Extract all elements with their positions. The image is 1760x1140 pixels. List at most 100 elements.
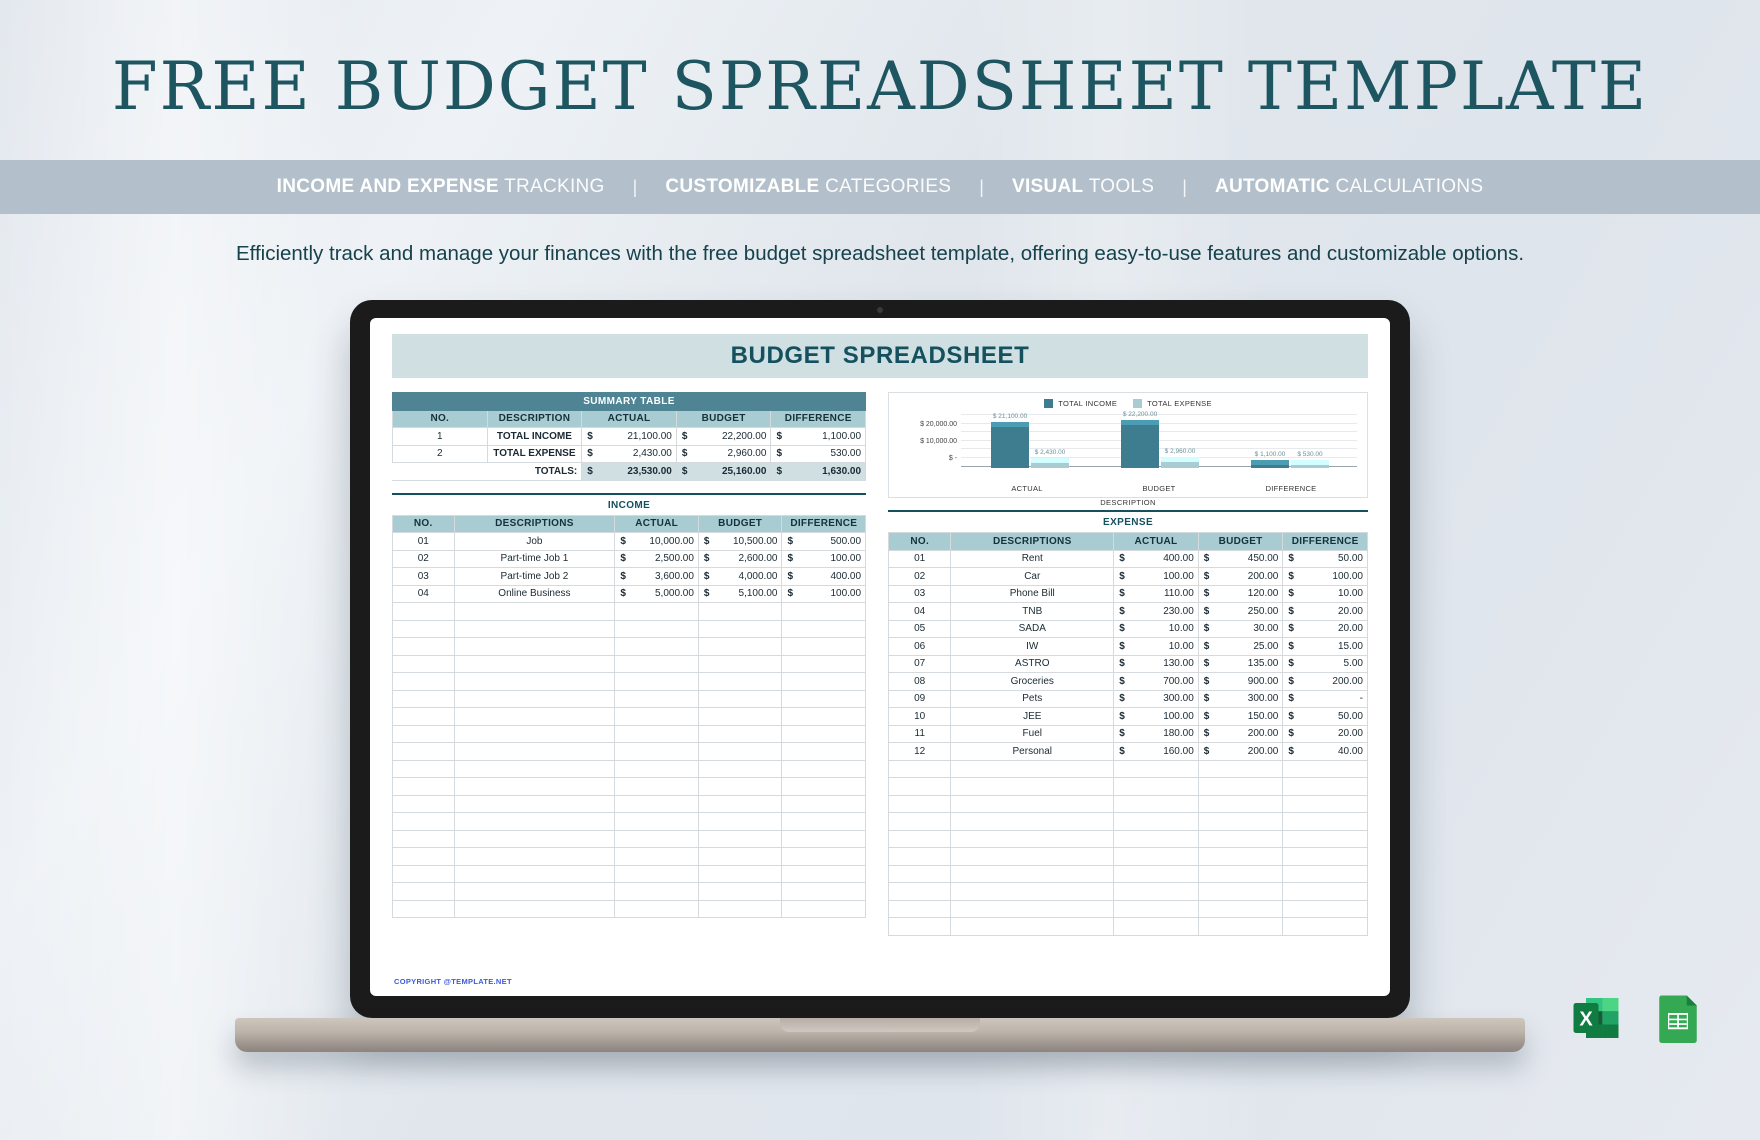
money-cell: $1,630.00 — [770, 462, 867, 481]
cell-empty — [781, 829, 867, 848]
table-row[interactable]: 07 ASTRO $130.00 $135.00 $5.00 — [888, 654, 1368, 673]
cell-empty — [392, 724, 455, 743]
table-row-empty[interactable] — [392, 619, 867, 638]
cell-empty — [614, 847, 699, 866]
cell-empty — [453, 777, 616, 796]
cell-no: 01 — [392, 532, 455, 551]
table-row-empty[interactable] — [392, 777, 867, 796]
cell-empty — [1197, 812, 1284, 831]
table-row-empty[interactable] — [392, 829, 867, 848]
money-cell: $50.00 — [1282, 707, 1368, 726]
chart-group-actual: $ 21,100.00 $ 2,430.00 — [965, 413, 1095, 468]
money-cell: $135.00 — [1197, 654, 1284, 673]
table-row-empty[interactable] — [392, 864, 867, 883]
currency-symbol: $ — [1288, 728, 1294, 740]
cell-empty — [1113, 917, 1199, 936]
table-row[interactable]: 10 JEE $100.00 $150.00 $50.00 — [888, 707, 1368, 726]
currency-symbol: $ — [587, 465, 593, 477]
chart-bar-label: $ 21,100.00 — [992, 413, 1028, 420]
currency-symbol: $ — [1203, 710, 1210, 722]
table-row-empty[interactable] — [888, 899, 1368, 918]
money-cell: $250.00 — [1197, 602, 1284, 621]
table-row[interactable]: 12 Personal $160.00 $200.00 $40.00 — [888, 742, 1368, 761]
money-cell: $200.00 — [1197, 724, 1284, 743]
table-row[interactable]: 03 Phone Bill $110.00 $120.00 $10.00 — [888, 584, 1368, 603]
table-row-empty[interactable] — [392, 847, 867, 866]
table-row-empty[interactable] — [392, 759, 867, 778]
table-row-empty[interactable] — [888, 812, 1368, 831]
cell-empty — [781, 654, 867, 673]
cell-empty — [392, 602, 455, 621]
table-row[interactable]: 06 IW $10.00 $25.00 $15.00 — [888, 637, 1368, 656]
cell-empty — [453, 794, 616, 813]
cell-empty — [392, 707, 455, 726]
chart-x-axis-labels: ACTUAL BUDGET DIFFERENCE — [961, 484, 1357, 493]
income-col-actual: ACTUAL — [614, 514, 699, 533]
cell-empty — [888, 777, 952, 796]
table-row-empty[interactable] — [392, 637, 867, 656]
table-row[interactable]: 02 Part-time Job 1 $2,500.00 $2,600.00 $100.… — [392, 549, 867, 568]
summary-header-row: NO. DESCRIPTION ACTUAL BUDGET DIFFERENCE — [392, 409, 867, 428]
legend-label: TOTAL EXPENSE — [1147, 399, 1212, 408]
bar-face — [991, 427, 1030, 468]
table-row[interactable]: 08 Groceries $700.00 $900.00 $200.00 — [888, 672, 1368, 691]
table-row-empty[interactable] — [888, 882, 1368, 901]
table-row-empty[interactable] — [392, 899, 867, 918]
table-row[interactable]: 11 Fuel $180.00 $200.00 $20.00 — [888, 724, 1368, 743]
table-row[interactable]: 01 Rent $400.00 $450.00 $50.00 — [888, 549, 1368, 568]
currency-symbol: $ — [1119, 553, 1125, 565]
table-row-empty[interactable] — [392, 602, 867, 621]
cell-empty — [1197, 847, 1284, 866]
bar-top — [991, 422, 1030, 427]
currency-symbol: $ — [787, 588, 794, 600]
bar-face — [1121, 425, 1160, 468]
table-row[interactable]: 09 Pets $300.00 $300.00 $ - — [888, 689, 1368, 708]
table-row-empty[interactable] — [888, 759, 1368, 778]
table-row-empty[interactable] — [392, 707, 867, 726]
cell-no: 05 — [888, 619, 952, 638]
table-row[interactable]: 01 Job $10,000.00 $10,500.00 $500.00 — [392, 532, 867, 551]
table-row-empty[interactable] — [888, 829, 1368, 848]
money-cell: $500.00 — [781, 532, 867, 551]
table-row-empty[interactable] — [392, 724, 867, 743]
feature-item-1: INCOME AND EXPENSE TRACKING — [276, 176, 605, 197]
table-row-empty[interactable] — [392, 672, 867, 691]
table-row-empty[interactable] — [392, 882, 867, 901]
cell-no: 04 — [392, 584, 455, 603]
table-row[interactable]: 02 Car $100.00 $200.00 $100.00 — [888, 567, 1368, 586]
table-row[interactable]: 1 TOTAL INCOME $21,100.00 $22,200.00 $1,100.… — [392, 427, 867, 446]
table-row-empty[interactable] — [888, 777, 1368, 796]
cell-empty — [1113, 882, 1199, 901]
money-cell: $200.00 — [1197, 742, 1284, 761]
table-row[interactable]: 03 Part-time Job 2 $3,600.00 $4,000.00 $400.… — [392, 567, 867, 586]
table-row-empty[interactable] — [392, 689, 867, 708]
table-row[interactable]: 04 TNB $230.00 $250.00 $20.00 — [888, 602, 1368, 621]
cell-empty — [697, 724, 783, 743]
table-row-empty[interactable] — [888, 864, 1368, 883]
google-sheets-icon[interactable] — [1648, 988, 1708, 1048]
table-row[interactable]: 04 Online Business $5,000.00 $5,100.00 $100.… — [392, 584, 867, 603]
money-cell: $3,600.00 — [614, 567, 699, 586]
cell-empty — [614, 812, 699, 831]
cell-empty — [1197, 917, 1284, 936]
table-row-empty[interactable] — [392, 654, 867, 673]
table-row-empty[interactable] — [392, 794, 867, 813]
currency-symbol: $ — [1119, 728, 1125, 740]
table-row-empty[interactable] — [392, 742, 867, 761]
cell-empty — [950, 917, 1115, 936]
cell-empty — [453, 619, 616, 638]
microsoft-excel-icon[interactable]: X — [1566, 988, 1626, 1048]
table-row[interactable]: 05 SADA $10.00 $30.00 $20.00 — [888, 619, 1368, 638]
cell-empty — [392, 847, 455, 866]
table-row[interactable]: 2 TOTAL EXPENSE $2,430.00 $2,960.00 $530.00 — [392, 444, 867, 463]
x-tick-label: BUDGET — [1142, 484, 1176, 493]
table-row-empty[interactable] — [888, 794, 1368, 813]
table-row-empty[interactable] — [392, 812, 867, 831]
money-cell: $10,500.00 — [697, 532, 783, 551]
table-row-empty[interactable] — [888, 847, 1368, 866]
cell-empty — [697, 899, 783, 918]
currency-symbol: $ — [776, 430, 782, 442]
money-cell: $230.00 — [1113, 602, 1199, 621]
cell-empty — [888, 917, 952, 936]
table-row-empty[interactable] — [888, 917, 1368, 936]
